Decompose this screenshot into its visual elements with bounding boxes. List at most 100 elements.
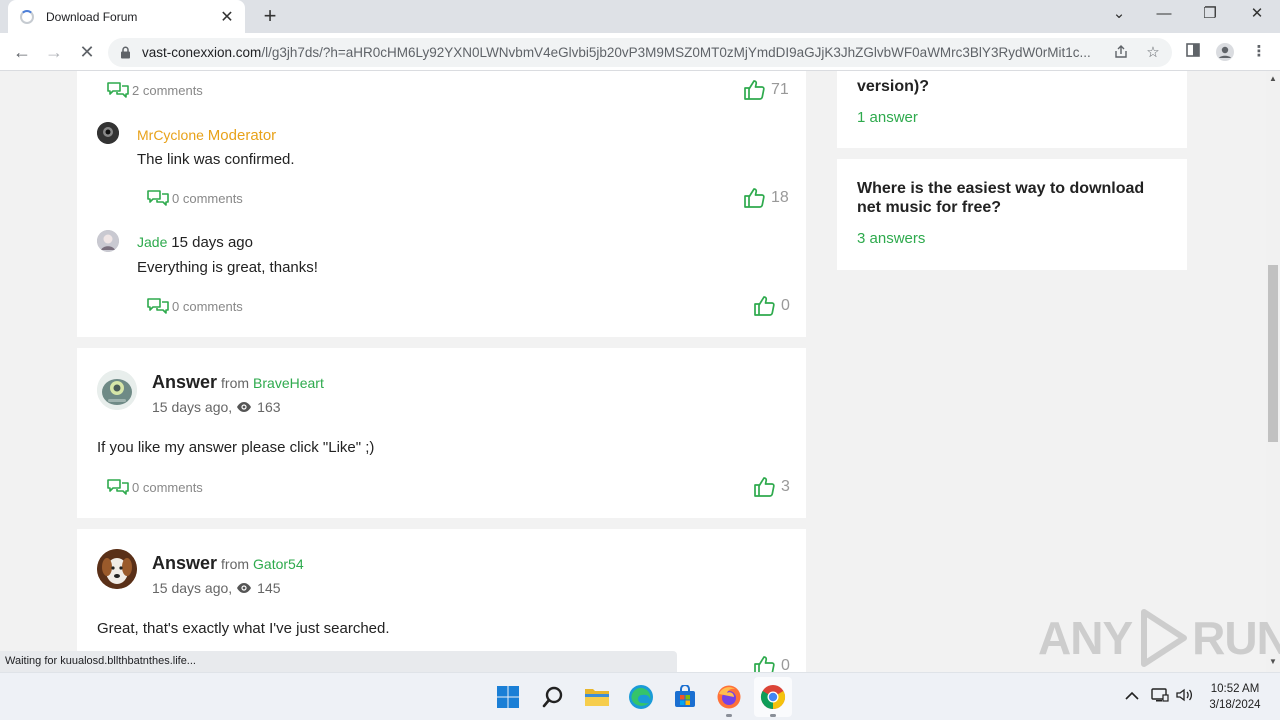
running-indicator (726, 714, 732, 717)
comments-link[interactable]: 2 comments (106, 80, 203, 100)
browser-toolbar: ← → ✕ vast-conexxion.com/l/g3jh7ds/?h=aH… (0, 33, 1280, 71)
from-label: from (221, 375, 250, 391)
reply-author[interactable]: MrCyclone Moderator (137, 127, 276, 144)
answer-heading: Answer from Gator54 (152, 553, 304, 574)
new-tab-button[interactable]: + (259, 4, 281, 28)
system-clock[interactable]: 10:52 AM 3/18/2024 (1200, 681, 1270, 713)
answer-time: 15 days ago, (152, 580, 233, 596)
avatar[interactable] (97, 230, 119, 252)
profile-avatar-icon[interactable] (1215, 42, 1235, 62)
answer-author[interactable]: Gator54 (253, 556, 304, 572)
answer-text: Great, that's exactly what I've just sea… (97, 620, 390, 637)
tab-strip: Download Forum ✕ + ⌄ — ❐ ✕ (0, 0, 1280, 33)
restore-button[interactable]: ❐ (1198, 5, 1222, 23)
start-windows-icon[interactable] (494, 683, 522, 711)
answer-meta: 15 days ago, 163 (152, 399, 281, 415)
answers-count[interactable]: 1 answer (857, 109, 918, 126)
related-question-card[interactable]: version)? 1 answer (837, 71, 1187, 148)
comments-count: 0 comments (172, 190, 243, 206)
thumbs-up-icon (754, 477, 775, 497)
avatar[interactable] (97, 122, 119, 144)
username[interactable]: MrCyclone (137, 127, 204, 143)
comments-icon (147, 190, 169, 206)
edge-browser-icon[interactable] (627, 683, 655, 711)
tray-overflow-chevron-icon[interactable] (1125, 689, 1139, 704)
view-count: 163 (257, 399, 281, 415)
like-button[interactable]: 0 (753, 655, 790, 672)
search-icon[interactable] (539, 683, 567, 711)
comments-link[interactable]: 0 comments (146, 296, 243, 316)
like-button[interactable]: 71 (743, 79, 789, 101)
share-icon[interactable] (1112, 44, 1130, 62)
close-window-button[interactable]: ✕ (1245, 5, 1269, 23)
thumbs-up-icon (754, 656, 775, 672)
volume-icon[interactable] (1175, 687, 1193, 706)
chrome-icon[interactable] (759, 683, 787, 711)
url-domain: vast-conexxion.com (142, 45, 262, 60)
from-label: from (221, 556, 250, 572)
scroll-up-arrow-icon[interactable]: ▲ (1269, 74, 1277, 83)
browser-tab[interactable]: Download Forum ✕ (8, 0, 245, 33)
clock-date: 3/18/2024 (1209, 699, 1261, 711)
file-explorer-icon[interactable] (583, 683, 611, 711)
question-card: 2 comments 71 MrCyclone Moderator The li… (77, 71, 806, 337)
microsoft-store-icon[interactable] (671, 683, 699, 711)
forward-button[interactable]: → (42, 40, 66, 64)
avatar[interactable] (97, 370, 137, 410)
side-panel-icon[interactable] (1183, 42, 1203, 62)
answer-text: If you like my answer please click "Like… (97, 439, 375, 456)
firefox-icon[interactable] (715, 683, 743, 711)
moderator-badge: Moderator (207, 127, 277, 144)
comments-count: 0 comments (132, 479, 203, 495)
related-question-card[interactable]: Where is the easiest way to download net… (837, 159, 1187, 270)
like-count: 0 (781, 297, 790, 314)
close-tab-icon[interactable]: ✕ (219, 7, 235, 27)
like-button[interactable]: 3 (753, 476, 790, 498)
address-bar[interactable]: vast-conexxion.com/l/g3jh7ds/?h=aHR0cHM6… (108, 38, 1172, 67)
comments-icon (107, 479, 129, 495)
lock-icon[interactable] (118, 46, 132, 60)
like-button[interactable]: 0 (753, 295, 790, 317)
answer-time: 15 days ago, (152, 399, 233, 415)
answer-author[interactable]: BraveHeart (253, 375, 324, 391)
reply-text: Everything is great, thanks! (137, 259, 318, 276)
clock-time: 10:52 AM (1210, 683, 1260, 695)
answer-label: Answer (152, 553, 218, 573)
watermark-logo: ANY RUN (1038, 609, 1280, 667)
reply-time: 15 days ago (171, 234, 253, 251)
comments-icon (107, 82, 129, 98)
question-title[interactable]: version)? (857, 77, 929, 96)
view-count: 145 (257, 580, 281, 596)
page-scrollbar[interactable]: ▲ ▼ (1266, 71, 1280, 672)
avatar[interactable] (97, 549, 137, 589)
minimize-button[interactable]: — (1152, 5, 1176, 23)
url-text: vast-conexxion.com/l/g3jh7ds/?h=aHR0cHM6… (142, 45, 1102, 60)
menu-kebab-icon[interactable]: ⋮ (1249, 42, 1269, 62)
answers-count[interactable]: 3 answers (857, 230, 925, 247)
reply-text: The link was confirmed. (137, 151, 295, 168)
like-button[interactable]: 18 (743, 187, 789, 209)
back-button[interactable]: ← (10, 40, 34, 64)
loading-spinner-icon (20, 9, 34, 24)
page-viewport: 2 comments 71 MrCyclone Moderator The li… (0, 71, 1266, 672)
question-title[interactable]: Where is the easiest way to download net… (857, 179, 1157, 217)
reply-author: Jade 15 days ago (137, 234, 253, 251)
comments-link[interactable]: 0 comments (146, 188, 243, 208)
answer-label: Answer (152, 372, 218, 392)
comments-count: 0 comments (172, 298, 243, 314)
thumbs-up-icon (744, 188, 765, 208)
bookmark-star-icon[interactable]: ☆ (1144, 44, 1162, 62)
scroll-thumb[interactable] (1268, 265, 1278, 442)
like-count: 18 (771, 189, 789, 206)
like-count: 0 (781, 657, 790, 672)
like-count: 3 (781, 478, 790, 495)
stop-loading-button[interactable]: ✕ (75, 40, 99, 64)
username[interactable]: Jade (137, 234, 167, 250)
network-icon[interactable] (1151, 687, 1169, 706)
like-count: 71 (771, 81, 789, 98)
taskbar: 10:52 AM 3/18/2024 (0, 672, 1280, 720)
tab-search-icon[interactable]: ⌄ (1107, 5, 1131, 23)
comments-link[interactable]: 0 comments (106, 477, 203, 497)
eye-icon (237, 583, 252, 593)
thumbs-up-icon (744, 80, 765, 100)
